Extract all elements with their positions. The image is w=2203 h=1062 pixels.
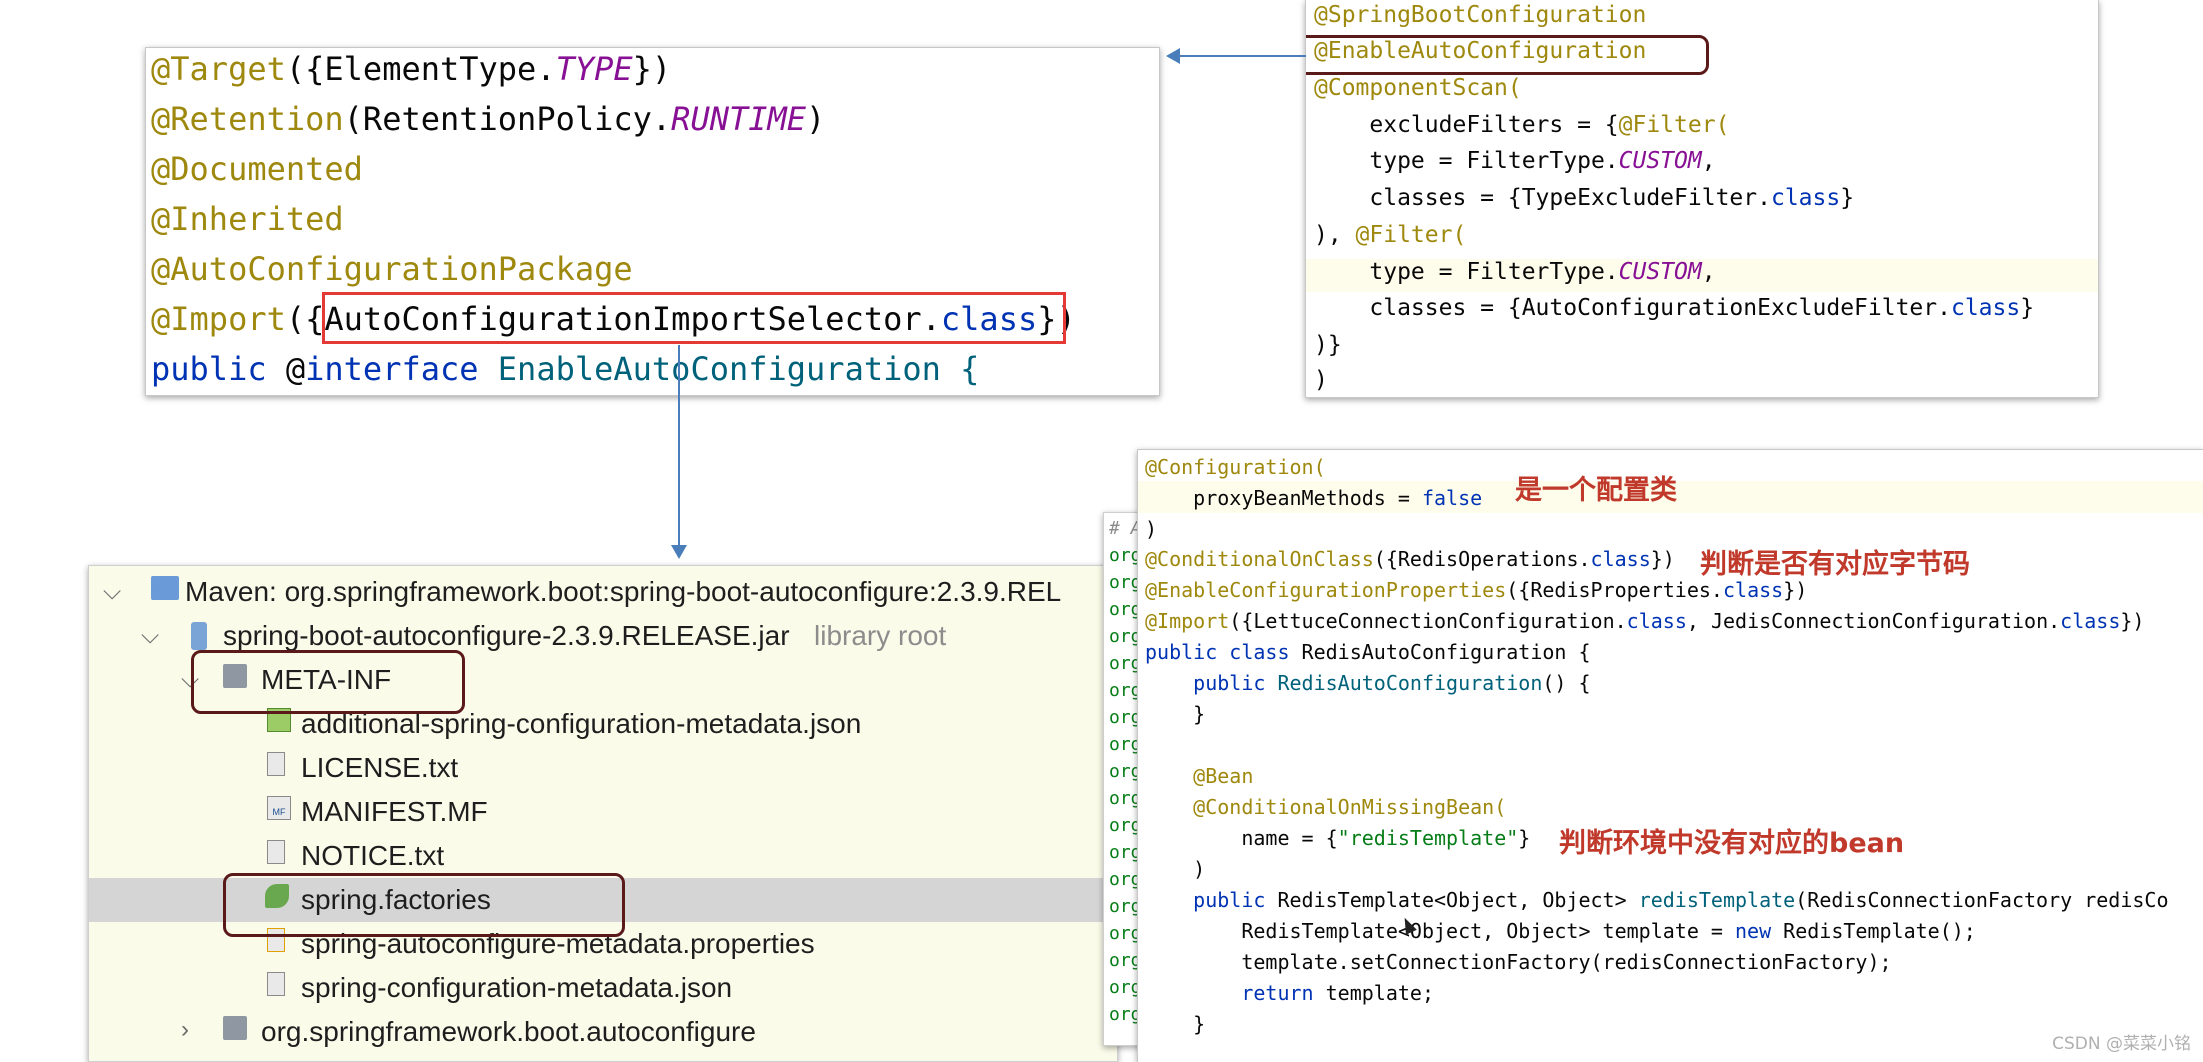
code-line-bean: @Bean: [1145, 764, 1254, 788]
arrow-head-down: [671, 545, 687, 559]
code-line-proxy-bean-methods: proxyBeanMethods = false: [1145, 486, 1483, 510]
json-file-icon: [267, 972, 285, 996]
tree-row-package[interactable]: › org.springframework.boot.autoconfigure: [89, 1010, 1117, 1054]
code-line-close-filters: )}: [1314, 332, 1342, 358]
csdn-watermark: CSDN @菜菜小铭: [2052, 1034, 2191, 1054]
code-line-enable-config-properties: @EnableConfigurationProperties({RedisPro…: [1145, 578, 1808, 602]
code-line-exclude-filters: excludeFilters = {@Filter(: [1314, 112, 1730, 138]
tree-row-file[interactable]: NOTICE.txt: [89, 834, 1117, 878]
text-file-icon: [267, 840, 285, 864]
code-line-second-filter: ), @Filter(: [1314, 222, 1467, 248]
code-line-filter-classes-1: classes = {TypeExcludeFilter.class}: [1314, 185, 1855, 211]
note-check-bytecode: 判断是否有对应字节码: [1700, 549, 1970, 580]
code-line-filter-type-1: type = FilterType.CUSTOM,: [1314, 148, 1716, 174]
manifest-icon: MF: [267, 796, 291, 820]
code-line-class-declaration: public class RedisAutoConfiguration {: [1145, 640, 1591, 664]
code-line-retention: @Retention(RetentionPolicy.RUNTIME): [151, 100, 826, 138]
tree-label-file: spring-configuration-metadata.json: [301, 972, 733, 1003]
tree-label-file: NOTICE.txt: [301, 840, 445, 871]
arrow-to-spring-factories: [678, 345, 680, 545]
note-check-bean: 判断环境中没有对应的bean: [1559, 828, 1905, 859]
meta-inf-highlight-box: [191, 650, 465, 714]
tree-label-file: MANIFEST.MF: [301, 796, 488, 827]
code-line-close-paren: ): [1145, 517, 1158, 541]
code-line-documented: @Documented: [151, 150, 363, 188]
code-line-conditional-on-class: @ConditionalOnClass({RedisOperations.cla…: [1145, 547, 1675, 571]
maven-library-icon: [151, 576, 179, 600]
code-line-new-template: RedisTemplate<Object, Object> template =…: [1145, 919, 1976, 943]
project-tree-panel: ⌵ Maven: org.springframework.boot:spring…: [88, 565, 1118, 1062]
tree-label-maven: Maven: org.springframework.boot:spring-b…: [185, 576, 1062, 607]
spring-factories-highlight-box: [223, 873, 625, 937]
text-file-icon: [267, 752, 285, 776]
import-selector-highlight-box: [322, 292, 1066, 344]
code-line-spring-boot-configuration: @SpringBootConfiguration: [1314, 2, 1647, 28]
tree-label-jar: spring-boot-autoconfigure-2.3.9.RELEASE.…: [223, 620, 790, 651]
code-line-close-component-scan: ): [1314, 367, 1328, 393]
enable-auto-configuration-highlight-box: [1306, 35, 1709, 75]
code-line-inherited: @Inherited: [151, 200, 344, 238]
chevron-down-icon[interactable]: ⌵: [141, 622, 159, 650]
code-line-close-brace: }: [1145, 1012, 1206, 1036]
code-line-filter-type-2: type = FilterType.CUSTOM,: [1314, 259, 1716, 285]
code-line-set-connection-factory: template.setConnectionFactory(redisConne…: [1145, 950, 1892, 974]
code-line-close-paren: ): [1145, 857, 1206, 881]
code-line-conditional-on-missing-bean: @ConditionalOnMissingBean(: [1145, 795, 1507, 819]
code-line-configuration: @Configuration(: [1145, 455, 1326, 479]
tree-row-maven[interactable]: ⌵ Maven: org.springframework.boot:spring…: [89, 570, 1117, 614]
code-line-target: @Target({ElementType.TYPE}): [151, 50, 672, 88]
code-line-filter-classes-2: classes = {AutoConfigurationExcludeFilte…: [1314, 295, 2035, 321]
redis-auto-configuration-code-panel: @Configuration( proxyBeanMethods = false…: [1137, 449, 2203, 1062]
tree-label-file: LICENSE.txt: [301, 752, 459, 783]
code-line-interface-declaration: public @interface EnableAutoConfiguratio…: [151, 350, 980, 388]
code-line-component-scan: @ComponentScan(: [1314, 75, 1522, 101]
code-line-auto-configuration-package: @AutoConfigurationPackage: [151, 250, 633, 288]
code-line-constructor: public RedisAutoConfiguration() {: [1145, 671, 1591, 695]
code-line-close-brace: }: [1145, 702, 1206, 726]
chevron-down-icon[interactable]: ⌵: [103, 578, 121, 606]
enable-auto-configuration-code-panel: @Target({ElementType.TYPE}) @Retention(R…: [145, 47, 1160, 396]
spring-boot-application-code-panel: @SpringBootConfiguration @EnableAutoConf…: [1305, 0, 2099, 398]
code-line-redis-template-method: public RedisTemplate<Object, Object> red…: [1145, 888, 2169, 912]
tree-row-file[interactable]: spring-configuration-metadata.json: [89, 966, 1117, 1010]
arrow-head-left: [1166, 48, 1180, 64]
chevron-right-icon[interactable]: ›: [181, 1016, 189, 1044]
code-line-import: @Import({LettuceConnectionConfiguration.…: [1145, 609, 2145, 633]
code-line-bean-name: name = {"redisTemplate"}: [1145, 826, 1531, 850]
tree-label-library-root: library root: [814, 620, 947, 651]
tree-row-file[interactable]: MF MANIFEST.MF: [89, 790, 1117, 834]
code-line-return: return template;: [1241, 981, 1434, 1005]
arrow-to-enable-auto-config: [1180, 55, 1306, 57]
package-folder-icon: [223, 1016, 247, 1040]
jar-icon: [191, 622, 207, 650]
note-config-class: 是一个配置类: [1515, 475, 1677, 506]
tree-label-package: org.springframework.boot.autoconfigure: [261, 1016, 756, 1047]
tree-row-file[interactable]: LICENSE.txt: [89, 746, 1117, 790]
